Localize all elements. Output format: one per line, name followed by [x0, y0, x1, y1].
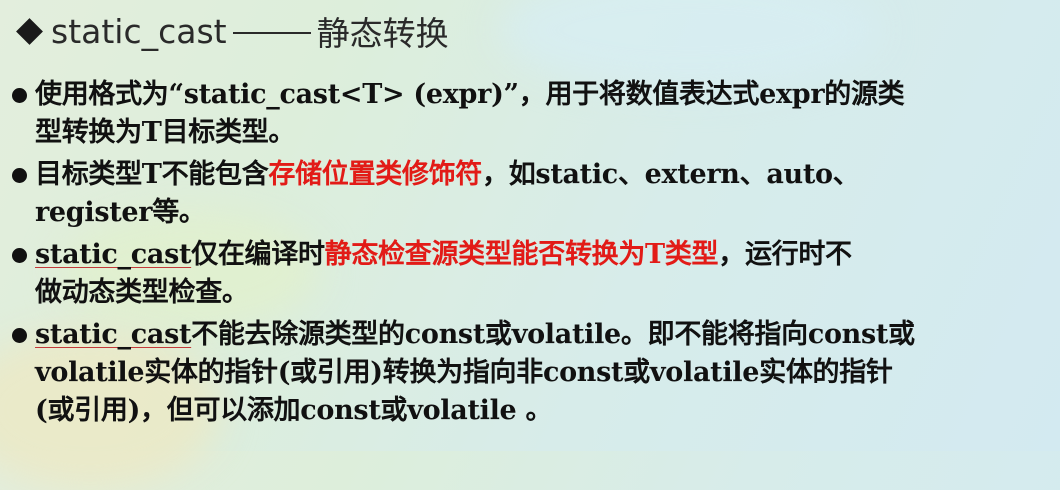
bullet-item-format: 使用格式为“static_cast<T> (expr)”，用于将数值表达式exp…: [10, 76, 1052, 152]
bullet-line: 目标类型T不能包含存储位置类修饰符，如static、extern、auto、: [35, 156, 1052, 194]
bullet-text: 做动态类型检查。: [35, 277, 249, 308]
bullet-line: 做动态类型检查。: [35, 274, 1052, 312]
bullet-item-storage-class: 目标类型T不能包含存储位置类修饰符，如static、extern、auto、 r…: [10, 156, 1052, 232]
bullet-line: register等。: [35, 194, 1052, 232]
bullet-dot-icon: [12, 328, 27, 343]
bullet-list: 使用格式为“static_cast<T> (expr)”，用于将数值表达式exp…: [10, 76, 1052, 434]
title-dash: [232, 32, 311, 34]
slide-title: static_cast 静态转换: [14, 8, 449, 54]
bullet-emphasis-text: 存储位置类修饰符: [268, 159, 483, 190]
diamond-bullet-icon: [16, 17, 43, 45]
bullet-text: 使用格式为“static_cast<T> (expr)”，用于将数值表达式exp…: [35, 79, 905, 110]
bullet-dot-icon: [12, 88, 27, 103]
bullet-line: static_cast不能去除源类型的const或volatile。即不能将指向…: [35, 316, 1052, 354]
bullet-line: 型转换为T目标类型。: [35, 114, 1052, 152]
bullet-emphasis-text: 静态检查源类型能否转换为T类型: [324, 239, 719, 270]
bullet-text: volatile实体的指针(或引用)转换为指向非const或volatile实体…: [35, 357, 893, 388]
bullet-text: 仅在编译时: [191, 239, 325, 270]
bullet-dot-icon: [12, 248, 27, 263]
bullet-item-const-volatile: static_cast不能去除源类型的const或volatile。即不能将指向…: [10, 316, 1052, 430]
bullet-code-text: static_cast: [35, 319, 192, 350]
bullet-text: ，运行时不: [718, 239, 852, 270]
bullet-code-text: static_cast: [35, 239, 192, 270]
title-text: 静态转换: [316, 14, 449, 53]
bullet-item-compile-time: static_cast仅在编译时静态检查源类型能否转换为T类型，运行时不 做动态…: [10, 236, 1052, 312]
bullet-line: 使用格式为“static_cast<T> (expr)”，用于将数值表达式exp…: [35, 76, 1052, 114]
bullet-text: register等。: [35, 197, 206, 228]
title-code: static_cast: [51, 11, 227, 51]
bullet-line: static_cast仅在编译时静态检查源类型能否转换为T类型，运行时不: [35, 236, 1052, 274]
bullet-text: (或引用)，但可以添加const或volatile 。: [35, 395, 553, 426]
bullet-dot-icon: [12, 168, 27, 183]
bullet-line: (或引用)，但可以添加const或volatile 。: [35, 392, 1052, 430]
bullet-text: 不能去除源类型的const或volatile。即不能将指向const或: [191, 319, 915, 350]
bullet-text: 型转换为T目标类型。: [35, 117, 296, 148]
bullet-line: volatile实体的指针(或引用)转换为指向非const或volatile实体…: [35, 354, 1052, 392]
bullet-text: 目标类型T不能包含: [35, 159, 269, 190]
bullet-text: ，如static、extern、auto、: [482, 159, 860, 190]
